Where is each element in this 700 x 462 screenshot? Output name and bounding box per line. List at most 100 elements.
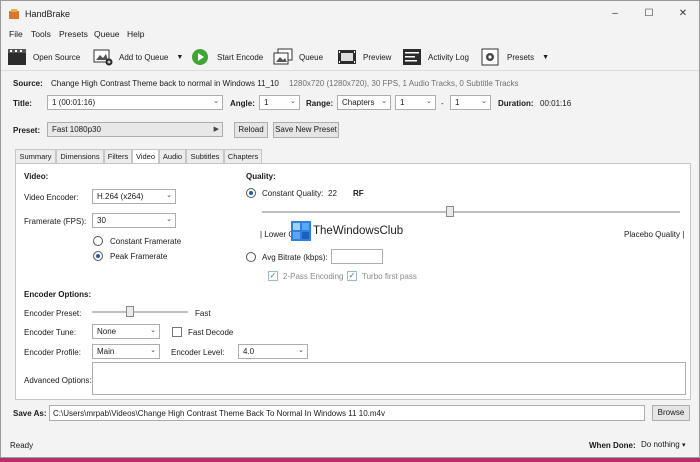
- angle-label: Angle:: [230, 99, 255, 108]
- encoder-level-value: 4.0: [243, 347, 255, 356]
- tab-subtitles[interactable]: Subtitles: [186, 149, 224, 163]
- angle-select[interactable]: 1 ⌄: [259, 95, 300, 110]
- chevron-down-icon: ⌄: [298, 347, 304, 354]
- save-new-preset-button[interactable]: Save New Preset: [273, 122, 339, 138]
- menu-file[interactable]: File: [9, 29, 23, 39]
- constant-quality-label: Constant Quality:: [262, 189, 324, 198]
- menu-help[interactable]: Help: [127, 29, 144, 39]
- chevron-down-icon: ⌄: [213, 98, 219, 105]
- encoder-tune-label: Encoder Tune:: [24, 328, 77, 337]
- start-encode-button[interactable]: Start Encode: [191, 46, 263, 68]
- avg-bitrate-radio[interactable]: [246, 252, 256, 262]
- video-encoder-label: Video Encoder:: [24, 193, 79, 202]
- tab-summary[interactable]: Summary: [15, 149, 56, 163]
- encoder-level-select[interactable]: 4.0 ⌄: [238, 344, 308, 359]
- minimize-button[interactable]: –: [605, 6, 625, 22]
- constant-quality-radio[interactable]: [246, 188, 256, 198]
- handbrake-app-icon: [9, 9, 19, 19]
- constant-framerate-label: Constant Framerate: [110, 237, 182, 246]
- encoder-tune-select[interactable]: None ⌄: [92, 324, 160, 339]
- reload-button[interactable]: Reload: [234, 122, 268, 138]
- encoder-preset-slider-thumb[interactable]: [126, 306, 135, 317]
- source-line: Source: Change High Contrast Theme back …: [13, 79, 519, 88]
- preset-selector[interactable]: Fast 1080p30 ▶: [47, 122, 223, 137]
- save-as-path-input[interactable]: C:\Users\mrpab\Videos\Change High Contra…: [49, 405, 645, 421]
- menu-queue[interactable]: Queue: [94, 29, 120, 39]
- peak-framerate-radio[interactable]: [93, 251, 103, 261]
- save-as-label: Save As:: [13, 409, 47, 418]
- browse-button[interactable]: Browse: [652, 405, 690, 421]
- chevron-down-icon: ⌄: [381, 98, 387, 105]
- watermark-text: TheWindowsClub: [313, 225, 404, 237]
- advanced-options-label: Advanced Options:: [24, 376, 92, 385]
- when-done-select[interactable]: Do nothing ▾: [641, 440, 685, 449]
- chevron-right-icon: ▶: [213, 126, 219, 133]
- duration-value: 00:01:16: [540, 99, 572, 108]
- placebo-quality-label: Placebo Quality |: [624, 230, 685, 239]
- chevron-down-icon[interactable]: ▼: [542, 54, 549, 61]
- tab-filters[interactable]: Filters: [104, 149, 132, 163]
- add-to-queue-label: Add to Queue: [119, 52, 169, 62]
- open-source-button[interactable]: Open Source: [7, 46, 80, 68]
- queue-button[interactable]: Queue: [273, 46, 323, 68]
- encoder-profile-label: Encoder Profile:: [24, 348, 81, 357]
- advanced-options-textarea[interactable]: [92, 362, 686, 395]
- framerate-select[interactable]: 30 ⌄: [92, 213, 176, 228]
- chevron-down-icon: ⌄: [166, 216, 172, 223]
- range-from-select[interactable]: 1 ⌄: [395, 95, 436, 110]
- presets-button[interactable]: Presets ▼: [481, 46, 549, 68]
- quality-heading: Quality:: [246, 172, 276, 181]
- status-text: Ready: [10, 441, 34, 450]
- framerate-label: Framerate (FPS):: [24, 217, 87, 226]
- menu-presets[interactable]: Presets: [59, 29, 88, 39]
- status-bar: Ready When Done: Do nothing ▾: [1, 433, 699, 457]
- chevron-down-icon: ⌄: [481, 98, 487, 105]
- title-bar: HandBrake – ☐ ✕: [1, 1, 699, 27]
- when-done-value: Do nothing: [641, 440, 680, 449]
- queue-label: Queue: [299, 52, 324, 62]
- tab-video[interactable]: Video: [132, 149, 159, 164]
- fast-decode-checkbox[interactable]: [172, 327, 182, 337]
- video-heading: Video:: [24, 172, 49, 181]
- chevron-down-icon: ▾: [681, 442, 686, 449]
- chevron-down-icon: ⌄: [426, 98, 432, 105]
- encoder-tune-value: None: [97, 327, 117, 336]
- tab-audio[interactable]: Audio: [159, 149, 186, 163]
- quality-slider-track[interactable]: [262, 211, 680, 213]
- framerate-value: 30: [97, 216, 106, 225]
- range-type-select[interactable]: Chapters ⌄: [337, 95, 391, 110]
- avg-bitrate-input[interactable]: [331, 249, 383, 264]
- preview-button[interactable]: Preview: [337, 46, 391, 68]
- maximize-button[interactable]: ☐: [639, 6, 659, 22]
- activity-log-button[interactable]: Activity Log: [402, 46, 469, 68]
- video-encoder-select[interactable]: H.264 (x264) ⌄: [92, 189, 176, 204]
- close-button[interactable]: ✕: [673, 6, 693, 22]
- title-select[interactable]: 1 (00:01:16) ⌄: [47, 95, 223, 110]
- toolbar: Open Source Add to Queue ▼ Start Encode: [1, 43, 699, 71]
- range-to-select[interactable]: 1 ⌄: [450, 95, 491, 110]
- rf-label: RF: [353, 189, 364, 198]
- open-source-label: Open Source: [33, 52, 81, 62]
- title-label: Title:: [13, 99, 32, 108]
- quality-slider-thumb[interactable]: [446, 206, 455, 217]
- encoder-preset-label: Encoder Preset:: [24, 309, 82, 318]
- chevron-down-icon[interactable]: ▼: [176, 54, 183, 61]
- two-pass-label: 2-Pass Encoding: [283, 272, 344, 281]
- two-pass-checkbox[interactable]: ✓: [268, 271, 278, 281]
- range-label: Range:: [306, 99, 334, 108]
- fast-decode-label: Fast Decode: [188, 328, 234, 337]
- menu-tools[interactable]: Tools: [31, 29, 51, 39]
- turbo-first-pass-checkbox[interactable]: ✓: [347, 271, 357, 281]
- encoder-preset-slider-track[interactable]: [92, 311, 188, 313]
- chevron-down-icon: ⌄: [290, 98, 296, 105]
- when-done-label: When Done:: [589, 441, 636, 450]
- tab-dimensions[interactable]: Dimensions: [56, 149, 104, 163]
- encoder-profile-select[interactable]: Main ⌄: [92, 344, 160, 359]
- film-preview-icon: [338, 50, 356, 64]
- activity-log-label: Activity Log: [428, 52, 469, 62]
- add-to-queue-icon: [93, 49, 113, 66]
- constant-framerate-radio[interactable]: [93, 236, 103, 246]
- tab-chapters[interactable]: Chapters: [224, 149, 262, 163]
- play-icon: [192, 49, 208, 65]
- add-to-queue-button[interactable]: Add to Queue ▼: [93, 46, 183, 68]
